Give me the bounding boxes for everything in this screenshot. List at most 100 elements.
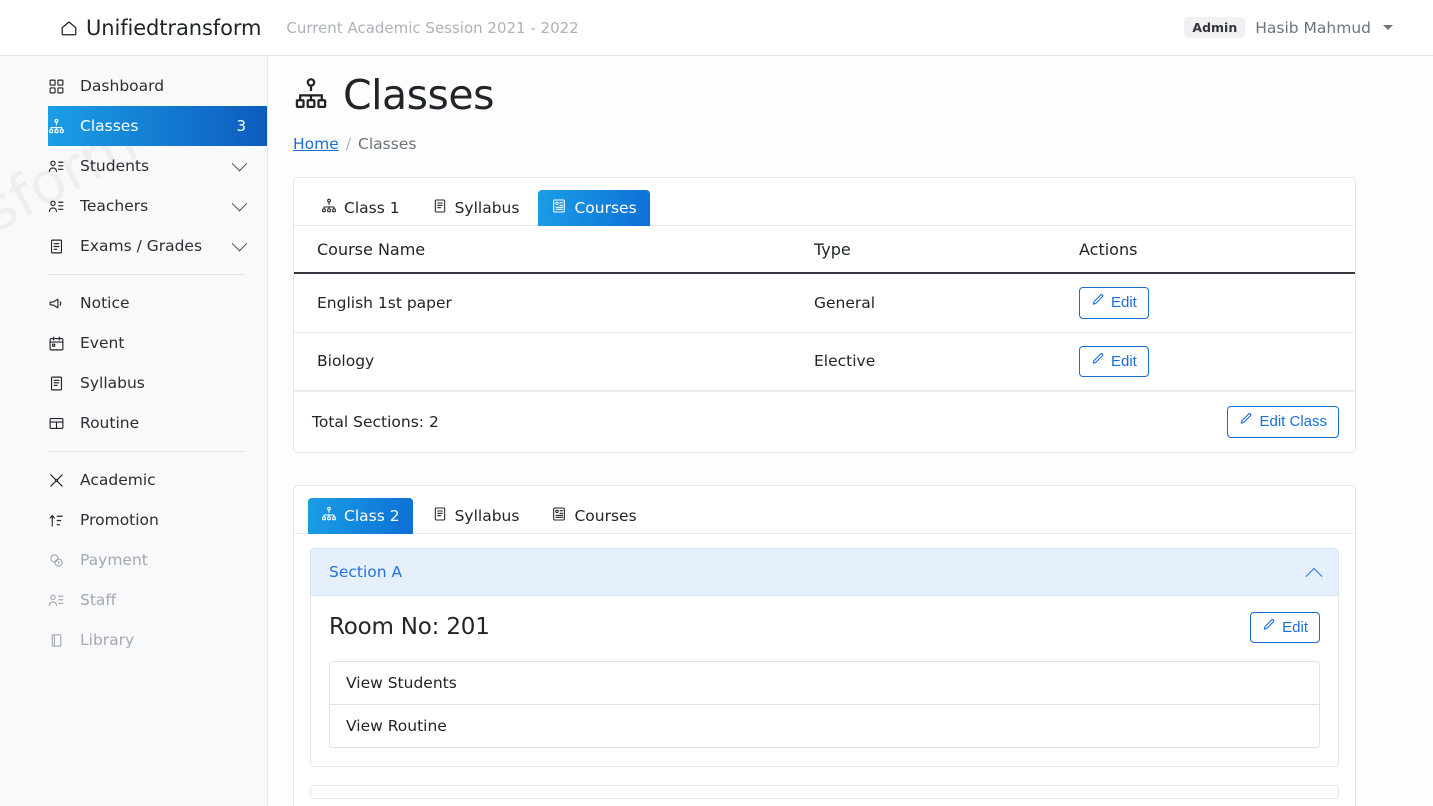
cell-course-name: English 1st paper	[294, 273, 791, 333]
courses-table-body: English 1st paper General Edit Biology Elect…	[294, 273, 1355, 392]
grid-icon	[48, 78, 70, 95]
sidebar-item-label: Classes	[80, 117, 139, 135]
list-icon	[551, 198, 567, 218]
sidebar-item-staff[interactable]: Staff	[48, 580, 267, 620]
chevron-down-icon[interactable]	[231, 235, 248, 251]
sidebar-item-notice[interactable]: Notice	[48, 283, 267, 323]
sidebar-item-payment[interactable]: Payment	[48, 540, 267, 580]
sidebar-item-label: Teachers	[80, 197, 149, 215]
cell-actions: Edit	[1056, 273, 1355, 333]
sidebar-item-library[interactable]: Library	[48, 620, 267, 660]
sidebar-item-label: Academic	[80, 471, 156, 489]
user-name-label: Hasib Mahmud	[1255, 18, 1371, 37]
pencil-icon	[1262, 618, 1276, 638]
sidebar-item-promotion[interactable]: Promotion	[48, 500, 267, 540]
sidebar-item-label: Event	[80, 334, 125, 352]
sidebar-item-label: Dashboard	[80, 77, 165, 95]
calendar-icon	[48, 335, 70, 352]
user-list-icon	[48, 198, 70, 215]
home-icon	[60, 19, 78, 37]
sitemap-icon	[293, 76, 329, 116]
tab-label: Courses	[574, 506, 637, 525]
user-role-badge: Admin	[1184, 16, 1246, 39]
sitemap-icon	[321, 198, 337, 218]
header-user-area: Admin Hasib Mahmud	[1184, 16, 1393, 39]
sidebar-item-classes[interactable]: Classes 3	[48, 106, 267, 146]
sections-accordion: Section A Room No: 201 Edit View Student…	[294, 534, 1355, 806]
top-header-bar: Unifiedtransform Current Academic Sessio…	[0, 0, 1433, 56]
brand-logo-link[interactable]: Unifiedtransform	[60, 16, 261, 40]
chevron-down-icon[interactable]	[231, 155, 248, 171]
edit-class-button[interactable]: Edit Class	[1227, 406, 1339, 438]
user-list-icon	[48, 592, 70, 609]
edit-course-button[interactable]: Edit	[1079, 287, 1149, 319]
edit-course-button[interactable]: Edit	[1079, 345, 1149, 378]
room-number-label: Room No: 201	[329, 614, 490, 641]
view-routine-link[interactable]: View Routine	[330, 704, 1319, 748]
sidebar-item-event[interactable]: Event	[48, 323, 267, 363]
list-icon	[551, 506, 567, 526]
class-1-card: Class 1 Syllabus Courses Course Name Type …	[293, 177, 1356, 453]
sidebar-item-label: Payment	[80, 551, 148, 569]
section-a-room-row: Room No: 201 Edit	[329, 611, 1320, 644]
tab-label: Courses	[574, 199, 637, 218]
chevron-down-icon[interactable]	[231, 195, 248, 211]
sidebar-item-academic[interactable]: Academic	[48, 460, 267, 500]
page-header: Classes	[293, 71, 1433, 119]
clipboard-icon	[48, 238, 70, 255]
class-2-tab-class-2[interactable]: Class 2	[308, 497, 413, 534]
sort-up-icon	[48, 512, 70, 529]
table-row: English 1st paper General Edit	[294, 273, 1355, 333]
book-icon	[432, 198, 448, 218]
table-icon	[48, 415, 70, 432]
sidebar-item-label: Notice	[80, 294, 130, 312]
column-header-course-name: Course Name	[294, 226, 791, 275]
sidebar-item-list: Dashboard Classes 3 Students Teachers Exams /…	[0, 66, 267, 660]
user-list-icon	[48, 158, 70, 175]
class-2-tab-bar: Class 2 Syllabus Courses	[294, 486, 1355, 534]
main-content-area: Classes Home / Classes Class 1 Syllabus Co…	[268, 56, 1433, 806]
sidebar-navigation: nsform Dashboard Classes 3 Students Teachers…	[0, 56, 268, 806]
class-1-tab-bar: Class 1 Syllabus Courses	[294, 178, 1355, 227]
cell-actions: Edit	[1056, 332, 1355, 392]
sidebar-divider	[48, 274, 245, 275]
megaphone-icon	[48, 295, 70, 312]
tools-icon	[48, 472, 70, 489]
sitemap-icon	[321, 506, 337, 526]
sidebar-item-exams-grades[interactable]: Exams / Grades	[48, 226, 267, 266]
sidebar-item-routine[interactable]: Routine	[48, 403, 267, 443]
edit-course-label: Edit	[1111, 294, 1137, 312]
section-b-accordion-header-partial[interactable]	[310, 785, 1339, 800]
edit-class-label: Edit Class	[1259, 413, 1327, 431]
brand-name: Unifiedtransform	[86, 15, 262, 40]
section-a-link-group: View Students View Routine	[329, 661, 1320, 749]
sidebar-item-label: Promotion	[80, 511, 159, 529]
sidebar-item-students[interactable]: Students	[48, 146, 267, 186]
caret-down-icon[interactable]	[1383, 25, 1393, 30]
tab-label: Class 1	[344, 199, 400, 218]
column-header-actions: Actions	[1056, 226, 1355, 275]
class-2-card: Class 2 Syllabus Courses Section A Room No…	[293, 484, 1356, 806]
class-1-card-footer: Total Sections: 2 Edit Class	[294, 391, 1355, 452]
sidebar-item-badge: 3	[236, 117, 246, 135]
sidebar-item-syllabus[interactable]: Syllabus	[48, 363, 267, 403]
class-1-tab-syllabus[interactable]: Syllabus	[419, 190, 533, 226]
sidebar-item-teachers[interactable]: Teachers	[48, 186, 267, 226]
sidebar-item-dashboard[interactable]: Dashboard	[48, 66, 267, 106]
breadcrumb: Home / Classes	[293, 135, 1433, 153]
books-icon	[48, 632, 70, 649]
breadcrumb-home-link[interactable]: Home	[293, 135, 339, 153]
total-sections-label: Total Sections: 2	[312, 412, 439, 431]
book-icon	[432, 506, 448, 526]
academic-session-label: Current Academic Session 2021 - 2022	[286, 18, 579, 37]
class-1-tab-courses[interactable]: Courses	[538, 190, 650, 227]
class-2-tab-courses[interactable]: Courses	[538, 498, 649, 534]
edit-section-button[interactable]: Edit	[1250, 611, 1320, 644]
section-a-accordion-header[interactable]: Section A	[310, 547, 1339, 596]
chevron-up-icon[interactable]	[1305, 567, 1323, 585]
view-students-link[interactable]: View Students	[330, 662, 1319, 705]
class-2-tab-syllabus[interactable]: Syllabus	[419, 498, 533, 534]
tab-label: Class 2	[344, 506, 400, 525]
coins-icon	[48, 552, 70, 569]
class-1-tab-class-1[interactable]: Class 1	[308, 190, 413, 226]
